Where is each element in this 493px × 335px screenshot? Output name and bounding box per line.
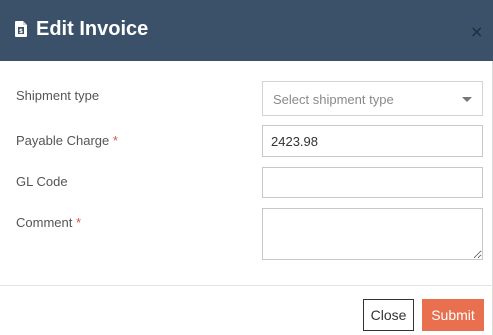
gl-code-input[interactable] xyxy=(262,167,483,198)
payable-charge-input[interactable] xyxy=(262,125,483,157)
shipment-type-placeholder: Select shipment type xyxy=(273,92,394,107)
required-marker: * xyxy=(75,215,82,230)
payable-charge-label: Payable Charge * xyxy=(16,133,118,149)
close-icon[interactable]: × xyxy=(470,24,483,40)
shipment-type-label-text: Shipment type xyxy=(16,88,100,103)
invoice-document-icon: $ xyxy=(15,21,27,37)
comment-label-text: Comment xyxy=(16,215,73,230)
edit-invoice-dialog: $ Edit Invoice × Shipment type Select sh… xyxy=(0,0,493,335)
dialog-header: $ Edit Invoice × xyxy=(0,0,493,61)
comment-textarea[interactable] xyxy=(262,208,483,260)
comment-label: Comment * xyxy=(16,215,81,231)
submit-button[interactable]: Submit xyxy=(422,299,484,331)
required-marker: * xyxy=(112,133,118,148)
svg-text:$: $ xyxy=(19,28,23,35)
shipment-type-label: Shipment type xyxy=(16,88,99,104)
close-button[interactable]: Close xyxy=(363,299,414,331)
chevron-down-icon xyxy=(462,97,472,102)
footer-divider xyxy=(0,285,493,286)
shipment-type-select[interactable]: Select shipment type xyxy=(262,81,483,116)
dialog-title: Edit Invoice xyxy=(36,18,149,40)
payable-charge-label-text: Payable Charge xyxy=(16,133,110,148)
gl-code-label: GL Code xyxy=(16,174,68,190)
gl-code-label-text: GL Code xyxy=(16,174,68,189)
